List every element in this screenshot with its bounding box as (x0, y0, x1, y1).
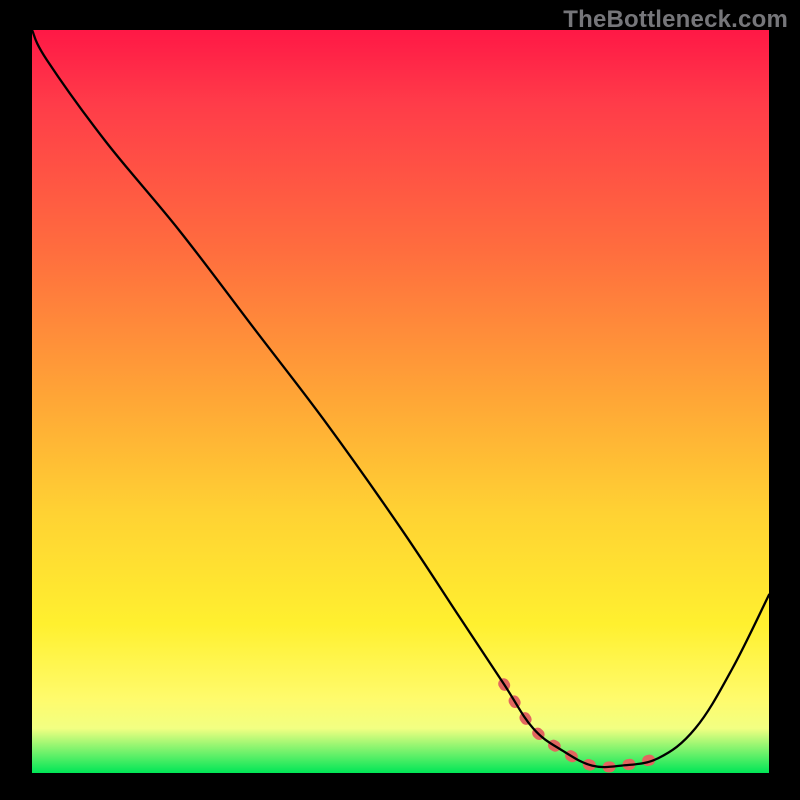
curve-svg (32, 30, 769, 773)
chart-frame: TheBottleneck.com (0, 0, 800, 800)
plot-area (32, 30, 769, 773)
watermark-text: TheBottleneck.com (563, 6, 788, 34)
optimal-range-highlight (504, 684, 659, 767)
bottleneck-curve (32, 30, 769, 767)
